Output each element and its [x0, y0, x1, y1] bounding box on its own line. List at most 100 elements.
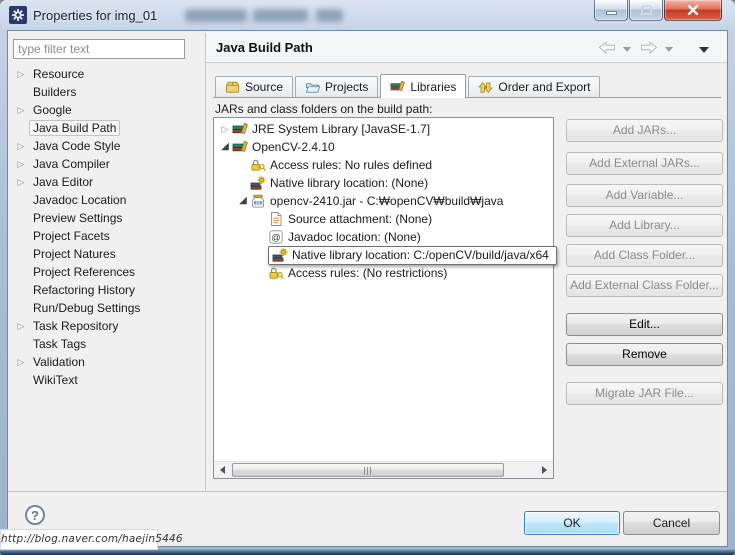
expand-collapsed-icon[interactable]: ▷: [13, 173, 29, 191]
sidebar-item-refactoring-history[interactable]: Refactoring History: [13, 281, 201, 299]
sidebar-item-java-compiler[interactable]: ▷ Java Compiler: [13, 155, 201, 173]
source-attachment-icon: [271, 212, 282, 226]
add-external-class-folder-button[interactable]: Add External Class Folder...: [566, 274, 723, 297]
add-variable-button[interactable]: Add Variable...: [566, 184, 723, 207]
footer-divider: [8, 491, 727, 492]
close-icon: [687, 5, 699, 15]
tab-libraries[interactable]: Libraries: [380, 74, 467, 98]
tree-item-jre-system-library[interactable]: ▷ JRE System Library [JavaSE-1.7]: [214, 120, 553, 138]
sidebar-item-wikitext[interactable]: WikiText: [13, 371, 201, 389]
sidebar-item-project-natures[interactable]: Project Natures: [13, 245, 201, 263]
redacted-text: [316, 9, 343, 22]
view-menu-caret-icon[interactable]: [699, 47, 709, 53]
sidebar-item-google[interactable]: ▷ Google: [13, 101, 201, 119]
scrollbar-thumb[interactable]: [232, 463, 504, 477]
library-books-icon: [390, 80, 406, 92]
scroll-right-button[interactable]: [536, 462, 553, 478]
native-library-icon: [272, 248, 288, 262]
sidebar-item-java-editor[interactable]: ▷ Java Editor: [13, 173, 201, 191]
library-books-icon: [232, 122, 248, 134]
tree-item-javadoc-location[interactable]: @ Javadoc location: (None): [214, 228, 553, 246]
tab-order-and-export[interactable]: Order and Export: [468, 76, 601, 97]
tree-item-access-rules-restrictions[interactable]: Access rules: (No restrictions): [214, 264, 553, 282]
dialog-client-area: ▷Resource Builders ▷Google Java Build Pa…: [7, 30, 728, 547]
library-books-icon: [232, 140, 248, 152]
sidebar-item-builders[interactable]: Builders: [13, 83, 201, 101]
sidebar-item-run-debug-settings[interactable]: Run/Debug Settings: [13, 299, 201, 317]
tree-item-source-attachment[interactable]: Source attachment: (None): [214, 210, 553, 228]
add-library-button[interactable]: Add Library...: [566, 214, 723, 237]
sidebar-item-task-tags[interactable]: Task Tags: [13, 335, 201, 353]
svg-text:010: 010: [254, 200, 262, 206]
sidebar-item-preview-settings[interactable]: Preview Settings: [13, 209, 201, 227]
forward-history-caret-icon[interactable]: [665, 47, 673, 52]
back-arrow-icon[interactable]: [597, 40, 617, 55]
sidebar-item-javadoc-location[interactable]: Javadoc Location: [13, 191, 201, 209]
selected-item-tooltip: Native library location: C:/openCV/build…: [268, 245, 557, 265]
svg-text:@: @: [271, 232, 281, 243]
back-history-caret-icon[interactable]: [623, 47, 631, 52]
close-button[interactable]: [664, 0, 722, 21]
sidebar-item-java-code-style[interactable]: ▷ Java Code Style: [13, 137, 201, 155]
maximize-icon: [640, 5, 652, 15]
eclipse-properties-icon: [9, 6, 27, 24]
build-path-tree: ▷ JRE System Library [JavaSE-1.7] ◢ Open…: [213, 117, 557, 479]
sidebar-item-resource[interactable]: ▷ Resource: [13, 65, 201, 83]
blog-watermark: http://blog.naver.com/haejin5446: [0, 529, 183, 550]
expand-collapsed-icon[interactable]: ▷: [13, 65, 29, 83]
sidebar-item-project-references[interactable]: Project References: [13, 263, 201, 281]
tab-source[interactable]: Source: [215, 76, 294, 97]
ok-button[interactable]: OK: [524, 511, 620, 535]
maximize-button[interactable]: [629, 0, 663, 21]
nav-content-divider: [205, 33, 206, 491]
expand-collapsed-icon[interactable]: ▷: [13, 317, 29, 335]
sidebar-item-project-facets[interactable]: Project Facets: [13, 227, 201, 245]
tree-item-access-rules[interactable]: Access rules: No rules defined: [214, 156, 553, 174]
tree-item-native-library-location[interactable]: Native library location: (None): [214, 174, 553, 192]
remove-button[interactable]: Remove: [566, 343, 723, 366]
properties-dialog-window: Properties for img_01 ▷Resource Builders…: [0, 0, 735, 555]
package-folder-icon: [225, 81, 240, 93]
add-external-jars-button[interactable]: Add External JARs...: [566, 152, 723, 175]
title-bar[interactable]: Properties for img_01: [0, 0, 735, 30]
filter-input[interactable]: [13, 39, 185, 59]
tree-item-opencv-jar[interactable]: ◢ 010 opencv-2410.jar - C:₩openCV₩build₩…: [214, 192, 553, 210]
expand-expanded-icon[interactable]: ◢: [236, 192, 250, 210]
expand-collapsed-icon[interactable]: ▷: [13, 155, 29, 173]
minimize-icon: [605, 10, 617, 15]
scroll-left-arrow-icon: [220, 466, 225, 474]
expand-collapsed-icon[interactable]: ▷: [13, 137, 29, 155]
help-button[interactable]: ?: [25, 505, 45, 525]
access-rules-lock-icon: [269, 267, 284, 280]
horizontal-scrollbar[interactable]: [214, 461, 553, 478]
sidebar-item-java-build-path[interactable]: Java Build Path: [13, 119, 201, 137]
add-jars-button[interactable]: Add JARs...: [566, 119, 723, 142]
sidebar-item-validation[interactable]: ▷ Validation: [13, 353, 201, 371]
edit-button[interactable]: Edit...: [566, 313, 723, 336]
expand-collapsed-icon[interactable]: ▷: [13, 101, 29, 119]
minimize-button[interactable]: [594, 0, 628, 21]
native-library-icon: [250, 176, 266, 190]
javadoc-icon: @: [269, 230, 283, 244]
redacted-text: [253, 9, 308, 22]
tree-item-native-library-x64-selected[interactable]: Native library location: C:/openCV/build…: [214, 245, 557, 265]
add-class-folder-button[interactable]: Add Class Folder...: [566, 244, 723, 267]
redacted-text: [185, 9, 247, 22]
page-header: Java Build Path: [206, 31, 727, 63]
expand-collapsed-icon[interactable]: ▷: [218, 120, 232, 138]
sidebar-item-task-repository[interactable]: ▷ Task Repository: [13, 317, 201, 335]
scroll-left-button[interactable]: [214, 462, 231, 478]
jar-file-icon: 010: [251, 194, 265, 208]
migrate-jar-file-button[interactable]: Migrate JAR File...: [566, 382, 723, 405]
page-title: Java Build Path: [216, 40, 313, 55]
order-arrows-icon: [478, 81, 494, 93]
tree-item-opencv-library[interactable]: ◢ OpenCV-2.4.10: [214, 138, 553, 156]
build-path-caption: JARs and class folders on the build path…: [215, 102, 433, 116]
cancel-button[interactable]: Cancel: [623, 511, 720, 535]
forward-arrow-icon[interactable]: [639, 40, 659, 55]
tab-projects[interactable]: Projects: [295, 76, 379, 97]
access-rules-lock-icon: [251, 159, 266, 172]
expand-collapsed-icon[interactable]: ▷: [13, 353, 29, 371]
expand-expanded-icon[interactable]: ◢: [218, 138, 232, 156]
build-path-tabs: Source Projects Libraries Order and Expo…: [215, 73, 602, 98]
